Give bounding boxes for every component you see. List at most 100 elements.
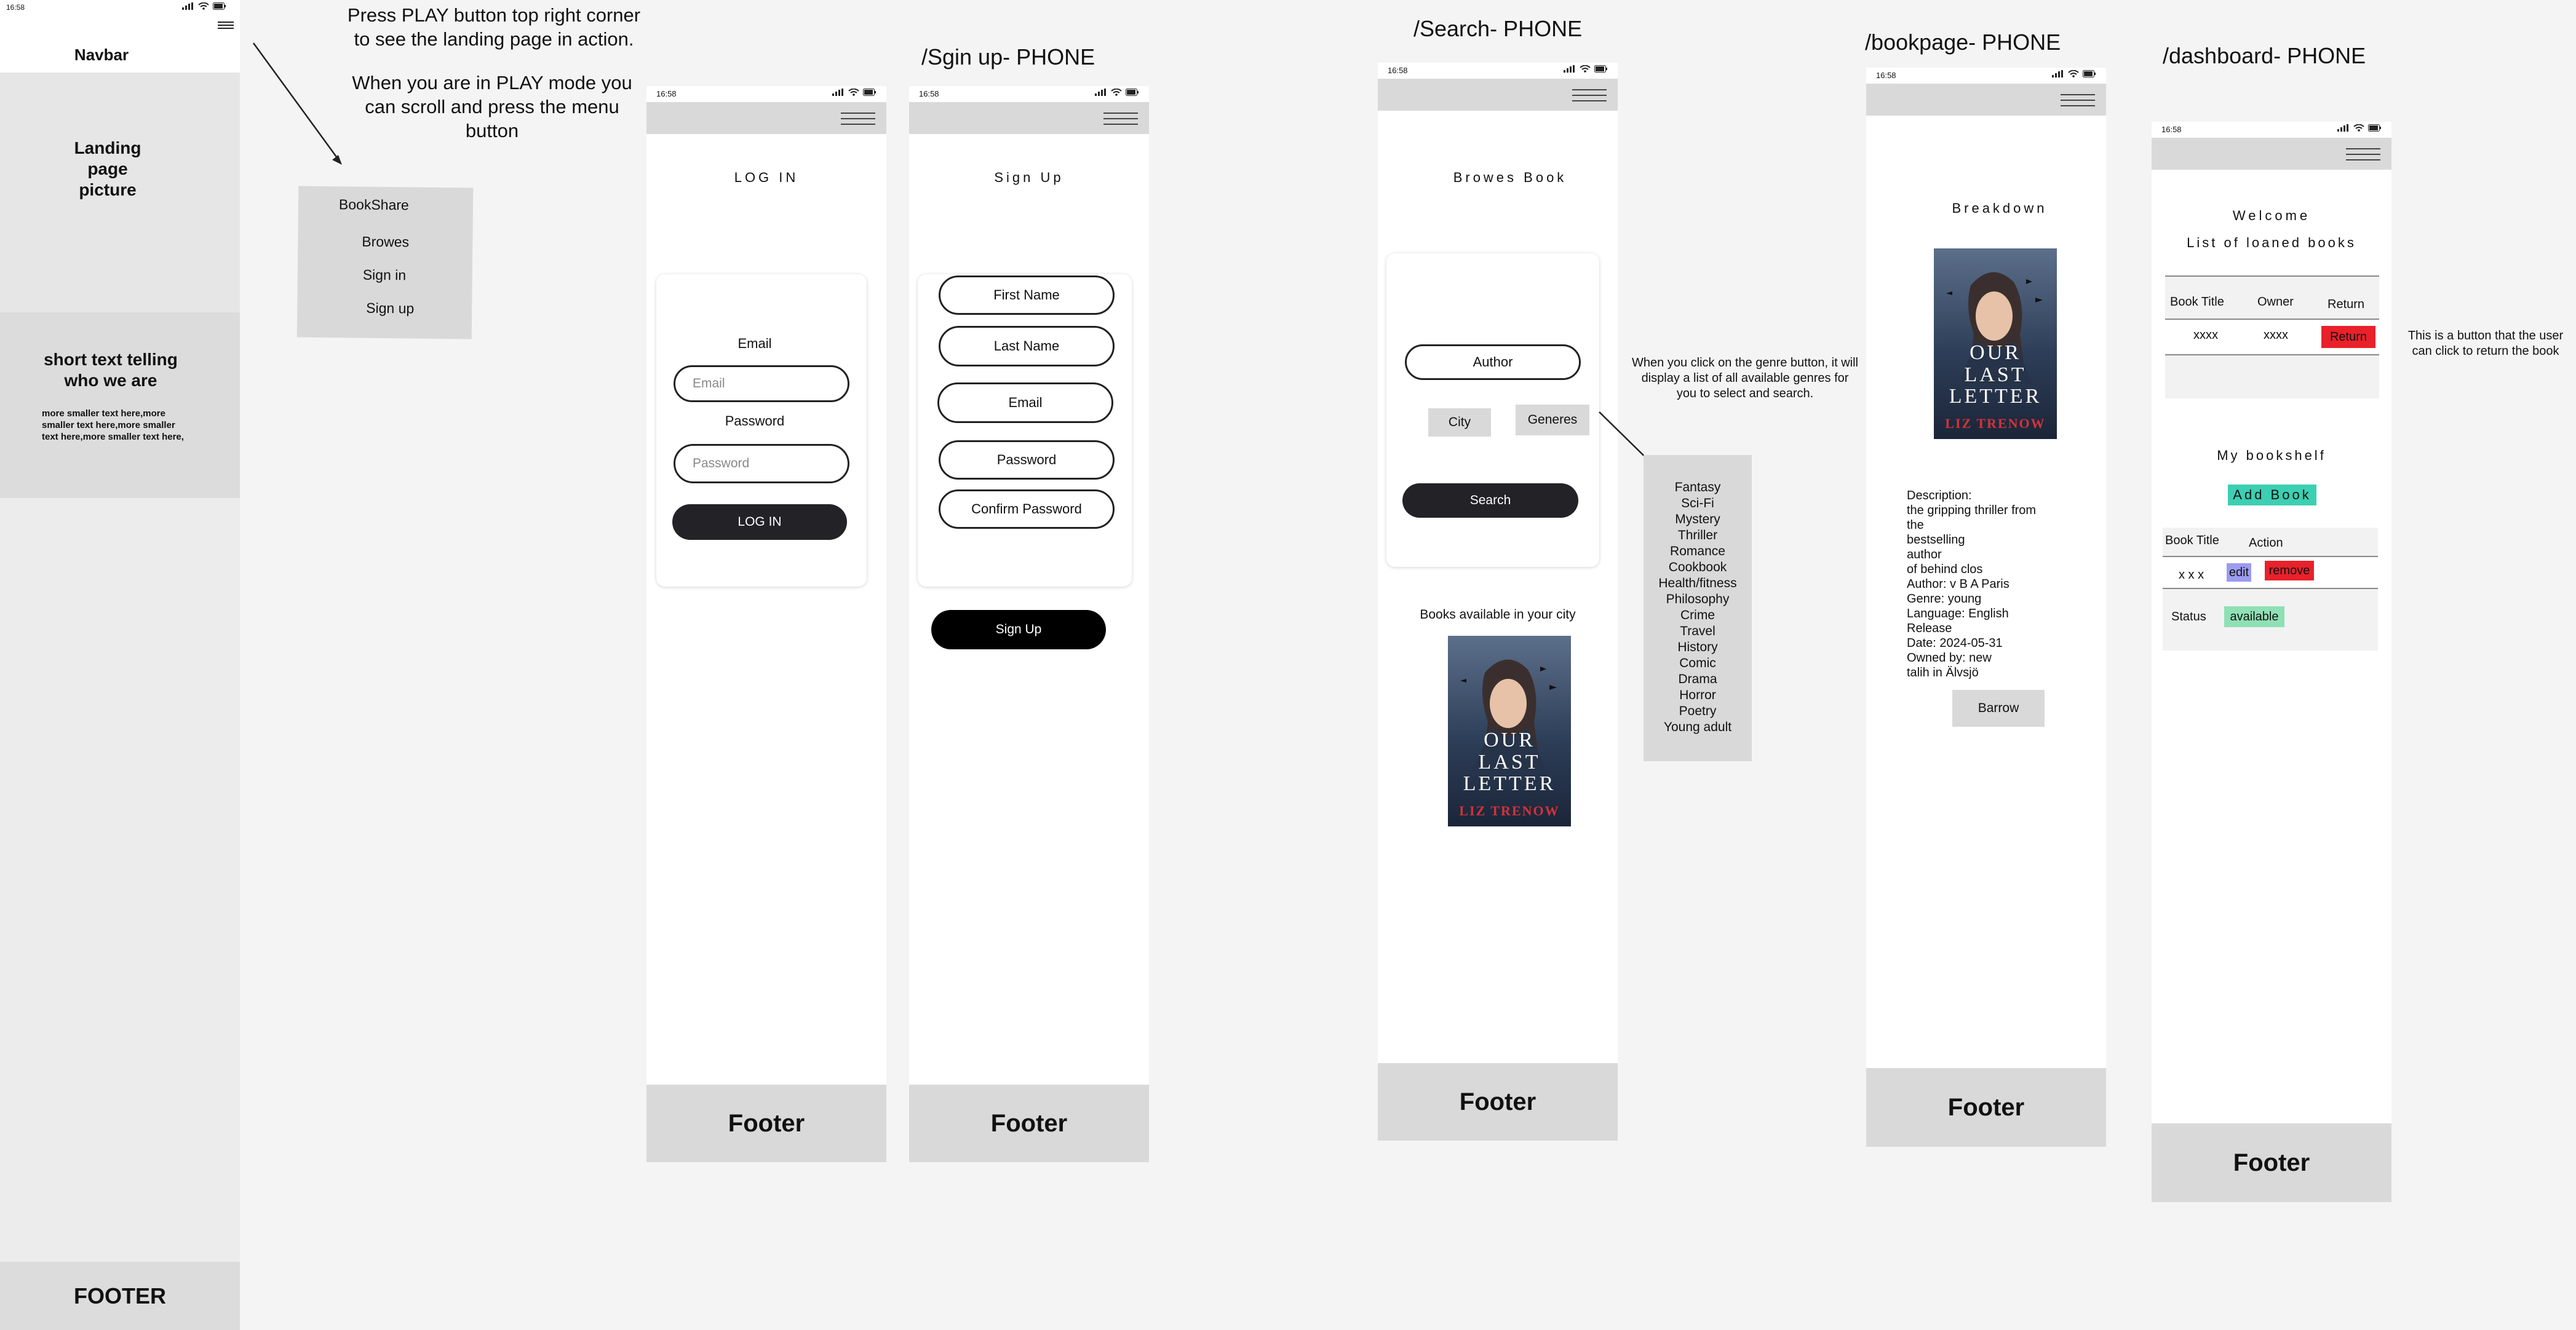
book-cover[interactable]: OUR LAST LETTER LIZ TRENOW [1448, 636, 1571, 826]
menu-icon[interactable] [2346, 144, 2380, 165]
return-note: This is a button that the user can click… [2407, 329, 2564, 358]
login-title: LOG IN [734, 170, 799, 185]
battery-icon [1126, 89, 1139, 96]
status-icons [182, 2, 226, 10]
app-bar [2152, 138, 2391, 170]
menu-popup: BookShare Browes Sign in Sign up [296, 186, 474, 339]
genre-option[interactable]: Philosophy [1644, 592, 1752, 608]
who-we-are-section: short text telling who we are more small… [0, 312, 240, 498]
genre-option[interactable]: Poetry [1644, 703, 1752, 719]
play-instruction-text: Press PLAY button top right corner to se… [347, 4, 641, 50]
battery-icon [213, 2, 226, 10]
genre-option[interactable]: Young adult [1644, 719, 1752, 735]
bookshelf-table: Book Title Action x x x edit remove Stat… [2163, 528, 2378, 651]
description-line: the gripping thriller from [1907, 504, 2037, 517]
login-button[interactable]: LOG IN [672, 504, 847, 540]
status-badge: available [2224, 606, 2284, 627]
email-input[interactable]: Email [674, 365, 849, 402]
genre-option[interactable]: Crime [1644, 608, 1752, 623]
landing-navbar: Navbar [0, 18, 240, 73]
dashboard-heading: /dashboard- PHONE [2163, 43, 2366, 68]
borrow-button[interactable]: Barrow [1952, 690, 2045, 727]
genre-option[interactable]: Romance [1644, 544, 1752, 560]
genre-option[interactable]: Health/fitness [1644, 576, 1752, 592]
description-line: the [1907, 518, 1924, 532]
menu-icon[interactable] [218, 20, 234, 32]
cover-title: OUR LAST LETTER [1934, 342, 2057, 408]
table-row: xxxx xxxx Return [2165, 320, 2379, 354]
login-phone: 16:58 LOG IN Email Email Password Passwo… [646, 86, 886, 1162]
search-button[interactable]: Search [1402, 483, 1578, 518]
menu-item-sign-up[interactable]: Sign up [366, 300, 414, 317]
genres-button[interactable]: Generes [1516, 405, 1589, 435]
first-name-field[interactable]: First Name [939, 275, 1115, 315]
remove-button[interactable]: remove [2265, 561, 2314, 580]
genre-option[interactable]: Cookbook [1644, 560, 1752, 576]
table-row: x x x edit remove [2163, 557, 2378, 588]
status-bar: 16:58 [646, 86, 886, 102]
column-header: Return [2328, 298, 2365, 311]
dashboard-phone: 16:58 Welcome List of loaned books Book … [2152, 122, 2391, 1202]
edit-button[interactable]: edit [2227, 563, 2251, 582]
status-bar: 16:58 [2152, 122, 2391, 138]
signup-phone: 16:58 Sign Up First Name Last Name Email… [909, 86, 1149, 1162]
genre-option[interactable]: Sci-Fi [1644, 496, 1752, 512]
signup-heading: /Sgin up- PHONE [921, 44, 1095, 69]
status-icons [2337, 124, 2382, 132]
genre-option[interactable]: Comic [1644, 655, 1752, 671]
battery-icon [2083, 70, 2096, 77]
genre-option[interactable]: Fantasy [1644, 480, 1752, 496]
bookpage-heading: /bookpage- PHONE [1865, 30, 2061, 55]
description-line: of behind clos [1907, 563, 1983, 576]
menu-item-bookshare[interactable]: BookShare [339, 196, 409, 213]
column-header: Book Title [2170, 295, 2224, 309]
menu-icon[interactable] [1572, 85, 1607, 106]
signal-icon [2052, 70, 2063, 77]
loaned-books-table: Book Title Owner Return xxxx xxxx Return [2165, 275, 2379, 398]
genre-option[interactable]: Drama [1644, 671, 1752, 687]
bookpage-phone: 16:58 Breakdown OUR LAST LETTER LIZ TREN… [1866, 68, 2106, 1147]
wifi-icon [2353, 124, 2364, 132]
status-bar: 16:58 [909, 86, 1149, 102]
search-footer: Footer [1378, 1063, 1618, 1141]
menu-item-sign-in[interactable]: Sign in [363, 267, 407, 284]
loaned-book-owner: xxxx [2264, 328, 2288, 342]
bookpage-footer: Footer [1866, 1068, 2106, 1147]
navbar-label: Navbar [74, 46, 129, 64]
column-header: Owner [2257, 295, 2294, 309]
genre-option[interactable]: History [1644, 639, 1752, 655]
menu-icon[interactable] [841, 108, 875, 129]
genre-option[interactable]: Travel [1644, 623, 1752, 639]
password-field[interactable]: Password [939, 440, 1115, 480]
signup-button[interactable]: Sign Up [931, 610, 1106, 649]
menu-item-browse[interactable]: Browes [362, 234, 409, 251]
wifi-icon [1111, 89, 1122, 96]
dashboard-footer: Footer [2152, 1123, 2391, 1202]
email-field[interactable]: Email [937, 382, 1113, 423]
landing-picture-label: Landing page picture [74, 138, 141, 200]
confirm-password-field[interactable]: Confirm Password [939, 489, 1115, 529]
cover-title-line: OUR [1484, 729, 1535, 751]
description-line: talih in Älvsjö [1907, 666, 1979, 679]
status-time: 16:58 [919, 89, 939, 98]
city-button[interactable]: City [1428, 408, 1491, 437]
genre-option[interactable]: Horror [1644, 687, 1752, 703]
add-book-button[interactable]: Add Book [2228, 485, 2316, 505]
author-input[interactable]: Author [1405, 344, 1581, 380]
return-button[interactable]: Return [2321, 326, 2375, 348]
menu-icon[interactable] [1103, 108, 1138, 129]
password-input[interactable]: Password [674, 444, 849, 483]
genre-option[interactable]: Mystery [1644, 512, 1752, 528]
status-icons [2052, 70, 2096, 77]
description-line: Author: v B A Paris [1907, 577, 2010, 591]
status-icons [1095, 89, 1139, 96]
description-line: bestselling [1907, 533, 1965, 547]
menu-icon[interactable] [2061, 90, 2095, 111]
genre-option[interactable]: Thriller [1644, 528, 1752, 544]
last-name-field[interactable]: Last Name [939, 326, 1115, 366]
app-bar [1866, 84, 2106, 116]
status-bar: 16:58 [0, 0, 240, 18]
wifi-icon [1580, 65, 1591, 73]
signal-icon [1564, 65, 1575, 73]
description-line: Genre: young [1907, 592, 1982, 606]
